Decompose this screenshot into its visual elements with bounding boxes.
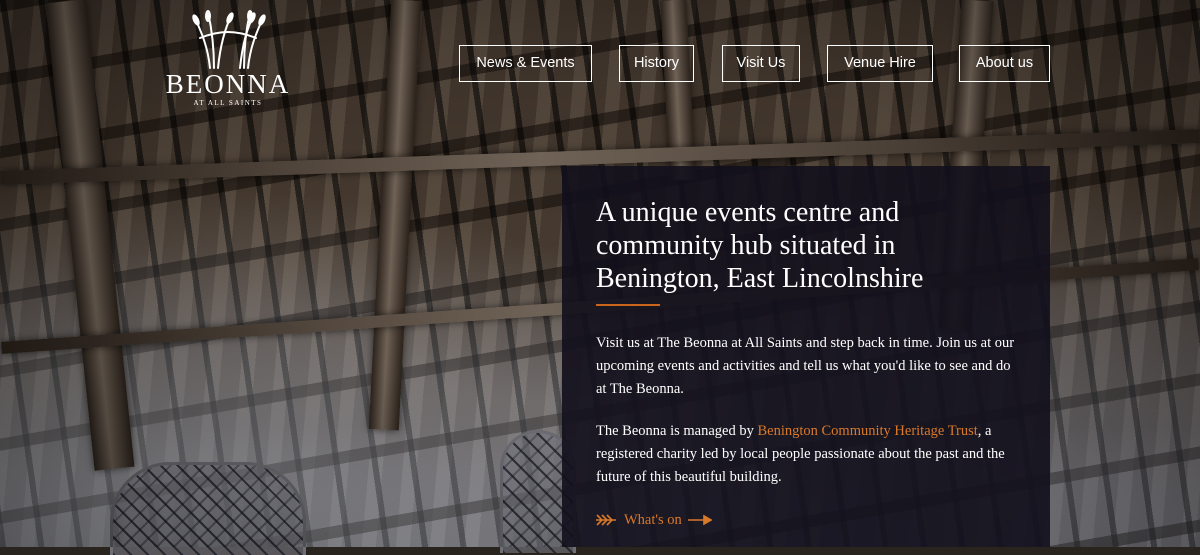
page-headline: A unique events centre and community hub… — [596, 197, 924, 294]
trust-paragraph: The Beonna is managed by Benington Commu… — [596, 420, 1016, 489]
nav-news-events[interactable]: News & Events — [459, 45, 592, 82]
trust-text-before: The Beonna is managed by — [596, 423, 758, 439]
brand-subtitle: AT ALL SAINTS — [193, 99, 263, 107]
double-chevron-right-icon — [596, 514, 616, 526]
site-logo[interactable]: BEONNA AT ALL SAINTS — [158, 8, 298, 107]
accent-divider — [596, 304, 660, 306]
nav-about-us[interactable]: About us — [959, 45, 1050, 82]
whats-on-link[interactable]: What's on — [596, 510, 712, 530]
intro-paragraph: Visit us at The Beonna at All Saints and… — [596, 335, 1015, 397]
whats-on-label: What's on — [624, 512, 682, 528]
nav-history[interactable]: History — [619, 45, 694, 82]
intro-panel: A unique events centre and community hub… — [562, 166, 1050, 547]
arrow-right-icon — [687, 514, 712, 526]
wheat-sheaf-icon — [192, 10, 266, 69]
trust-link[interactable]: Benington Community Heritage Trust — [757, 423, 977, 439]
brand-name: BEONNA — [165, 69, 291, 99]
nav-visit-us[interactable]: Visit Us — [722, 45, 800, 82]
nav-venue-hire[interactable]: Venue Hire — [827, 45, 933, 82]
